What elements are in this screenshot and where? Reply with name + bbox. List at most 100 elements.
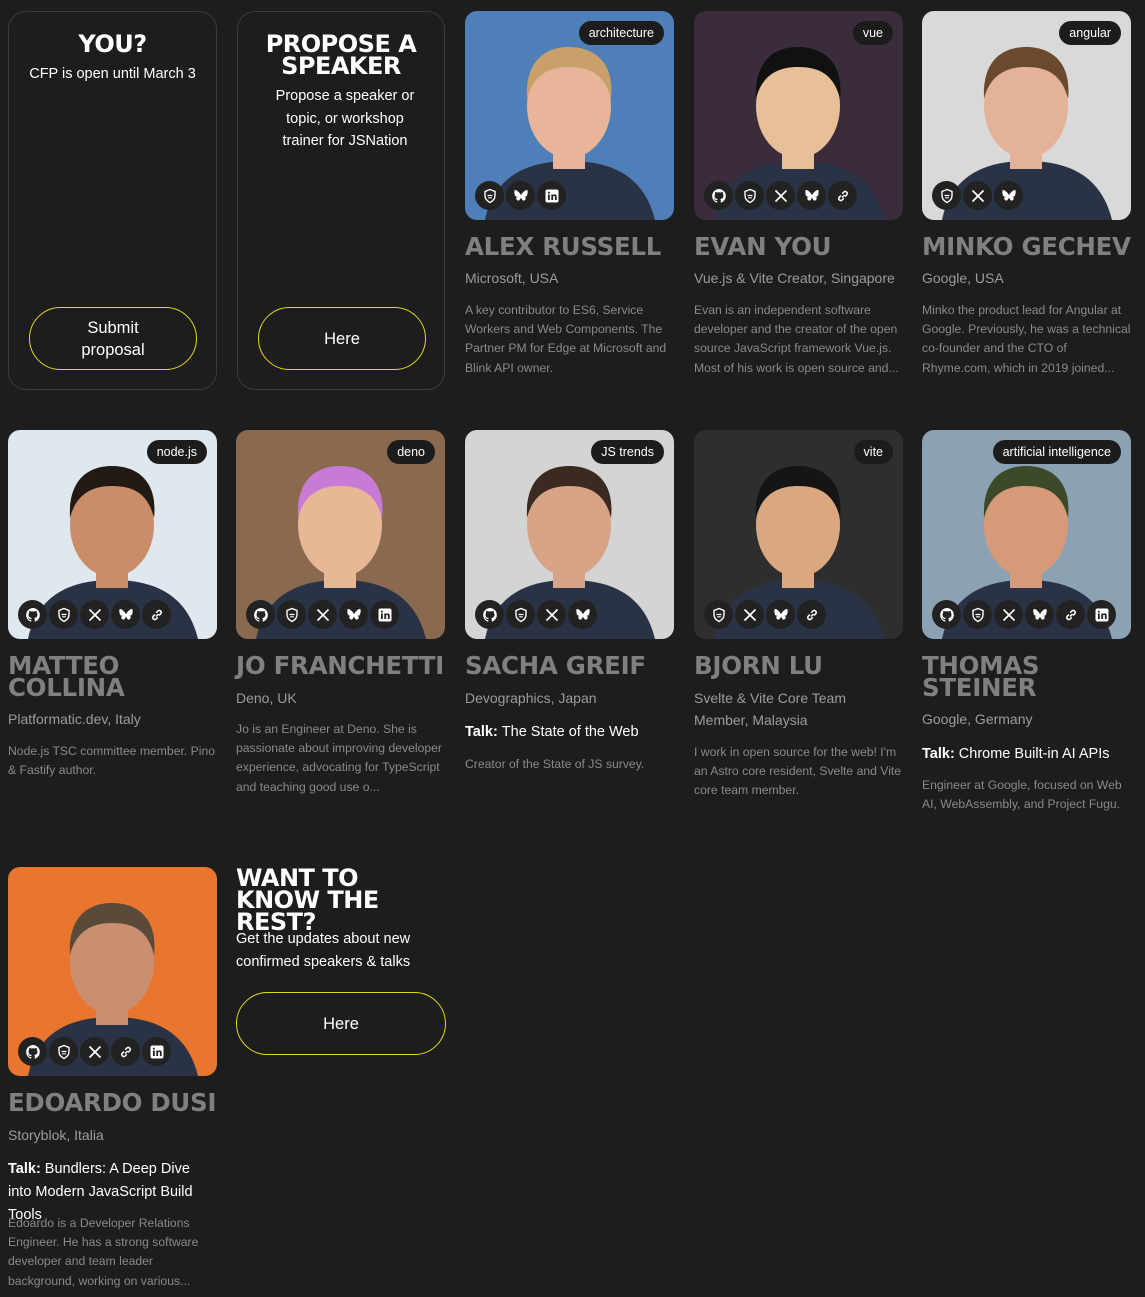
link-link[interactable] bbox=[1056, 600, 1085, 629]
github-link[interactable] bbox=[932, 600, 961, 629]
speaker-bio: Node.js TSC committee member. Pino & Fas… bbox=[8, 744, 216, 778]
speaker-name[interactable]: EDOARDO DUSI bbox=[8, 1090, 216, 1115]
x-link[interactable] bbox=[80, 600, 109, 629]
speaker-name[interactable]: BJORN LU bbox=[694, 653, 823, 678]
speaker-photo[interactable]: vue bbox=[694, 11, 903, 220]
speaker-photo[interactable]: node.js bbox=[8, 430, 217, 639]
link-icon bbox=[1065, 609, 1076, 620]
speaker-company: Devographics, Japan bbox=[465, 690, 597, 706]
bluesky-icon bbox=[804, 189, 819, 201]
shield-link[interactable] bbox=[963, 600, 992, 629]
shield-link[interactable] bbox=[49, 1037, 78, 1066]
x-link[interactable] bbox=[735, 600, 764, 629]
bluesky-link[interactable] bbox=[568, 600, 597, 629]
github-link[interactable] bbox=[18, 1037, 47, 1066]
speaker-photo[interactable]: architecture bbox=[465, 11, 674, 220]
shield-link[interactable] bbox=[506, 600, 535, 629]
x-link[interactable] bbox=[80, 1037, 109, 1066]
github-link[interactable] bbox=[18, 600, 47, 629]
speaker-card[interactable]: node.js MATTEO COLLINA Platformatic.dev, I… bbox=[8, 430, 217, 810]
speaker-card[interactable]: vite BJORN LU Svelte & Vite Core Team Memb… bbox=[694, 430, 903, 810]
linkedin-link[interactable] bbox=[537, 181, 566, 210]
github-icon bbox=[711, 188, 726, 203]
link-icon bbox=[806, 609, 817, 620]
x-icon bbox=[743, 608, 756, 621]
shield-link[interactable] bbox=[49, 600, 78, 629]
speaker-card[interactable]: architecture ALEX RUSSELL Microsoft, USA A … bbox=[465, 11, 674, 391]
talk-prefix: Talk: bbox=[922, 746, 959, 762]
linkedin-link[interactable] bbox=[1087, 600, 1116, 629]
speaker-card[interactable]: artificial intelligence THOMAS STEINER Goo… bbox=[922, 430, 1131, 811]
speaker-card[interactable]: angular MINKO GECHEV Google, USA Minko the … bbox=[922, 11, 1131, 391]
speaker-photo[interactable]: deno bbox=[236, 430, 445, 639]
topic-tag: node.js bbox=[146, 440, 207, 464]
speaker-card[interactable]: vue EVAN YOU Vue.js & Vite Creator, Singap… bbox=[694, 11, 903, 391]
speaker-photo[interactable]: artificial intelligence bbox=[922, 430, 1131, 639]
x-link[interactable] bbox=[308, 600, 337, 629]
speaker-name[interactable]: EVAN YOU bbox=[694, 234, 832, 259]
shield-icon bbox=[57, 1044, 70, 1059]
bluesky-link[interactable] bbox=[506, 181, 535, 210]
speaker-company: Storyblok, Italia bbox=[8, 1127, 104, 1143]
speaker-card[interactable]: JS trends SACHA GREIF Devographics, Japan T… bbox=[465, 430, 674, 810]
x-link[interactable] bbox=[766, 181, 795, 210]
link-link[interactable] bbox=[828, 181, 857, 210]
x-link[interactable] bbox=[994, 600, 1023, 629]
cfp-card: YOU? CFP is open until March 3 Submit pr… bbox=[8, 11, 217, 390]
speaker-company: Deno, UK bbox=[236, 690, 297, 706]
github-link[interactable] bbox=[475, 600, 504, 629]
speaker-photo[interactable] bbox=[8, 867, 217, 1076]
shield-link[interactable] bbox=[932, 181, 961, 210]
speaker-card[interactable]: deno JO FRANCHETTI Deno, UK Jo is an Engine… bbox=[236, 430, 445, 810]
github-link[interactable] bbox=[246, 600, 275, 629]
linkedin-icon bbox=[1095, 608, 1108, 621]
shield-link[interactable] bbox=[277, 600, 306, 629]
cfp-text: CFP is open until March 3 bbox=[29, 66, 196, 82]
x-link[interactable] bbox=[963, 181, 992, 210]
bluesky-link[interactable] bbox=[766, 600, 795, 629]
updates-here-button[interactable]: Here bbox=[236, 992, 446, 1055]
bluesky-icon bbox=[1001, 189, 1016, 201]
speaker-bio: Engineer at Google, focused on Web AI, W… bbox=[922, 778, 1122, 812]
linkedin-icon bbox=[378, 608, 391, 621]
social-links bbox=[704, 181, 857, 210]
speaker-name[interactable]: SACHA GREIF bbox=[465, 653, 646, 678]
speaker-card[interactable]: EDOARDO DUSI Storyblok, Italia Talk: Bundl… bbox=[8, 867, 217, 1288]
linkedin-link[interactable] bbox=[142, 1037, 171, 1066]
speaker-photo[interactable]: angular bbox=[922, 11, 1131, 220]
speaker-bio: Creator of the State of JS survey. bbox=[465, 757, 645, 771]
speaker-name[interactable]: MINKO GECHEV bbox=[922, 234, 1131, 259]
speaker-bio: Minko the product lead for Angular at Go… bbox=[922, 303, 1131, 375]
speaker-name[interactable]: MATTEO COLLINA bbox=[8, 653, 125, 700]
speaker-talk[interactable]: Talk: Chrome Built-in AI APIs bbox=[922, 743, 1131, 766]
speaker-photo[interactable]: vite bbox=[694, 430, 903, 639]
speaker-name[interactable]: THOMAS STEINER bbox=[922, 653, 1040, 700]
bluesky-link[interactable] bbox=[797, 181, 826, 210]
bluesky-link[interactable] bbox=[994, 181, 1023, 210]
shield-icon bbox=[743, 188, 756, 203]
topic-tag: vue bbox=[852, 21, 893, 45]
propose-here-button[interactable]: Here bbox=[258, 307, 426, 370]
speaker-company: Svelte & Vite Core Team Member, Malaysia bbox=[694, 690, 847, 728]
speaker-name[interactable]: ALEX RUSSELL bbox=[465, 234, 661, 259]
bluesky-link[interactable] bbox=[339, 600, 368, 629]
github-link[interactable] bbox=[704, 181, 733, 210]
x-icon bbox=[316, 608, 329, 621]
speaker-name[interactable]: JO FRANCHETTI bbox=[236, 653, 444, 678]
shield-icon bbox=[285, 607, 298, 622]
bluesky-link[interactable] bbox=[1025, 600, 1054, 629]
shield-link[interactable] bbox=[735, 181, 764, 210]
link-link[interactable] bbox=[142, 600, 171, 629]
shield-link[interactable] bbox=[475, 181, 504, 210]
linkedin-icon bbox=[150, 1045, 163, 1058]
speaker-bio: Evan is an independent software develope… bbox=[694, 303, 899, 375]
bluesky-link[interactable] bbox=[111, 600, 140, 629]
link-link[interactable] bbox=[111, 1037, 140, 1066]
speaker-talk[interactable]: Talk: The State of the Web bbox=[465, 721, 674, 744]
submit-proposal-button[interactable]: Submit proposal bbox=[29, 307, 197, 370]
shield-link[interactable] bbox=[704, 600, 733, 629]
x-link[interactable] bbox=[537, 600, 566, 629]
link-link[interactable] bbox=[797, 600, 826, 629]
linkedin-link[interactable] bbox=[370, 600, 399, 629]
speaker-photo[interactable]: JS trends bbox=[465, 430, 674, 639]
